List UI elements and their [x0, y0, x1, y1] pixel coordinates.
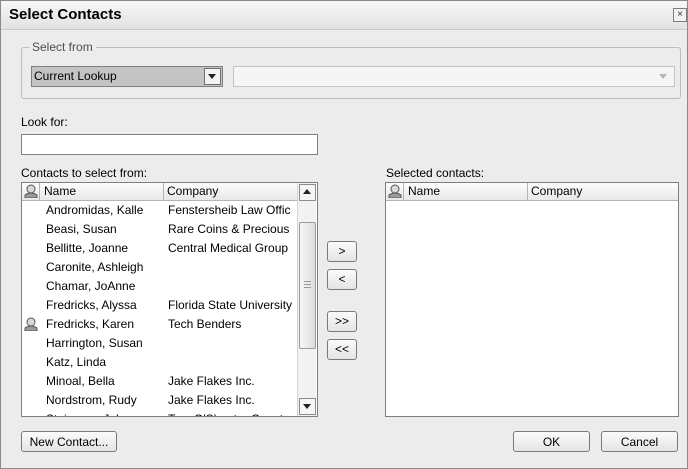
- contact-row[interactable]: Katz, Linda: [22, 353, 297, 372]
- available-contacts-list[interactable]: Name Company Andromidas, Kalle Fenstershe…: [21, 182, 318, 417]
- contact-company: Florida State University: [168, 298, 293, 312]
- contact-company: Central Medical Group: [168, 241, 289, 255]
- contact-name: Harrington, Susan: [46, 336, 143, 350]
- contact-type-icon: [24, 184, 38, 198]
- contact-name: Caronite, Ashleigh: [46, 260, 144, 274]
- contact-company: Tam O'Shanter Country: [168, 410, 296, 416]
- contact-name: Chamar, JoAnne: [46, 279, 136, 293]
- contact-name: Beasi, Susan: [46, 222, 117, 236]
- name-column-header[interactable]: Name: [405, 183, 528, 200]
- contact-row[interactable]: Beasi, Susan Rare Coins & Precious: [22, 220, 297, 239]
- contact-row[interactable]: Bellitte, Joanne Central Medical Group: [22, 239, 297, 258]
- contact-row[interactable]: Steinman, John Tam O'Shanter Country: [22, 410, 297, 416]
- name-column-header[interactable]: Name: [41, 183, 164, 200]
- remove-selected-button[interactable]: <: [327, 269, 357, 290]
- select-contacts-dialog: Select Contacts × Select from Current Lo…: [0, 0, 688, 469]
- grip-line: [304, 287, 311, 288]
- lookup-source-dropdown-button[interactable]: [204, 68, 221, 85]
- remove-all-button[interactable]: <<: [327, 339, 357, 360]
- ok-button[interactable]: OK: [513, 431, 590, 452]
- add-all-button[interactable]: >>: [327, 311, 357, 332]
- contact-name: Fredricks, Alyssa: [46, 298, 137, 312]
- contact-name: Katz, Linda: [46, 355, 107, 369]
- lookup-source-value: Current Lookup: [34, 69, 117, 83]
- selected-contacts-label: Selected contacts:: [386, 166, 485, 180]
- company-column-header[interactable]: Company: [528, 183, 678, 200]
- chevron-up-icon: [303, 189, 311, 194]
- contact-name: Minoal, Bella: [46, 374, 115, 388]
- close-button[interactable]: ×: [673, 8, 687, 22]
- contact-company: Jake Flakes Inc.: [168, 374, 255, 388]
- available-contacts-label: Contacts to select from:: [21, 166, 148, 180]
- scroll-up-button[interactable]: [299, 184, 316, 201]
- contact-company: Rare Coins & Precious: [168, 222, 290, 236]
- contact-row[interactable]: Fredricks, Karen Tech Benders: [22, 315, 297, 334]
- close-icon: ×: [677, 9, 683, 20]
- available-contacts-header: Name Company: [22, 183, 297, 201]
- contact-name: Bellitte, Joanne: [46, 241, 129, 255]
- contact-row[interactable]: Fredricks, Alyssa Florida State Universit…: [22, 296, 297, 315]
- contact-row[interactable]: Minoal, Bella Jake Flakes Inc.: [22, 372, 297, 391]
- contact-type-column-header[interactable]: [386, 183, 404, 200]
- my-record-icon: [24, 317, 38, 331]
- add-selected-button[interactable]: >: [327, 241, 357, 262]
- company-column-header[interactable]: Company: [164, 183, 297, 200]
- contact-name: Nordstrom, Rudy: [46, 393, 137, 407]
- secondary-lookup-dropdown-button: [656, 69, 671, 84]
- chevron-down-icon: [303, 404, 311, 409]
- contact-company: Jake Flakes Inc.: [168, 393, 255, 407]
- contact-company: Tech Benders: [168, 317, 242, 331]
- look-for-label: Look for:: [21, 115, 68, 129]
- contact-row[interactable]: Andromidas, Kalle Fenstersheib Law Offic: [22, 201, 297, 220]
- chevron-down-icon: [659, 74, 667, 79]
- selected-contacts-list[interactable]: Name Company: [385, 182, 679, 417]
- contact-name: Fredricks, Karen: [46, 317, 135, 331]
- contact-type-icon: [388, 184, 402, 198]
- dialog-title: Select Contacts: [9, 6, 122, 23]
- contact-name: Steinman, John: [46, 410, 164, 416]
- select-from-legend: Select from: [29, 40, 96, 54]
- cancel-button[interactable]: Cancel: [601, 431, 678, 452]
- contact-row[interactable]: Nordstrom, Rudy Jake Flakes Inc.: [22, 391, 297, 410]
- lookup-source-select[interactable]: Current Lookup: [31, 66, 223, 87]
- scrollbar-thumb[interactable]: [299, 222, 316, 349]
- look-for-input[interactable]: [21, 134, 318, 155]
- contact-row[interactable]: Chamar, JoAnne: [22, 277, 297, 296]
- contact-name: Andromidas, Kalle: [46, 203, 144, 217]
- contact-row[interactable]: Caronite, Ashleigh: [22, 258, 297, 277]
- contact-company: Fenstersheib Law Offic: [168, 203, 291, 217]
- grip-line: [304, 281, 311, 282]
- selected-contacts-header: Name Company: [386, 183, 678, 201]
- secondary-lookup-select: [233, 66, 675, 87]
- scroll-down-button[interactable]: [299, 398, 316, 415]
- new-contact-button[interactable]: New Contact...: [21, 431, 117, 452]
- contact-type-column-header[interactable]: [22, 183, 40, 200]
- grip-line: [304, 284, 311, 285]
- title-bar: Select Contacts ×: [1, 1, 687, 30]
- chevron-down-icon: [208, 74, 216, 79]
- contact-row[interactable]: Harrington, Susan: [22, 334, 297, 353]
- available-contacts-scrollbar[interactable]: [297, 183, 316, 416]
